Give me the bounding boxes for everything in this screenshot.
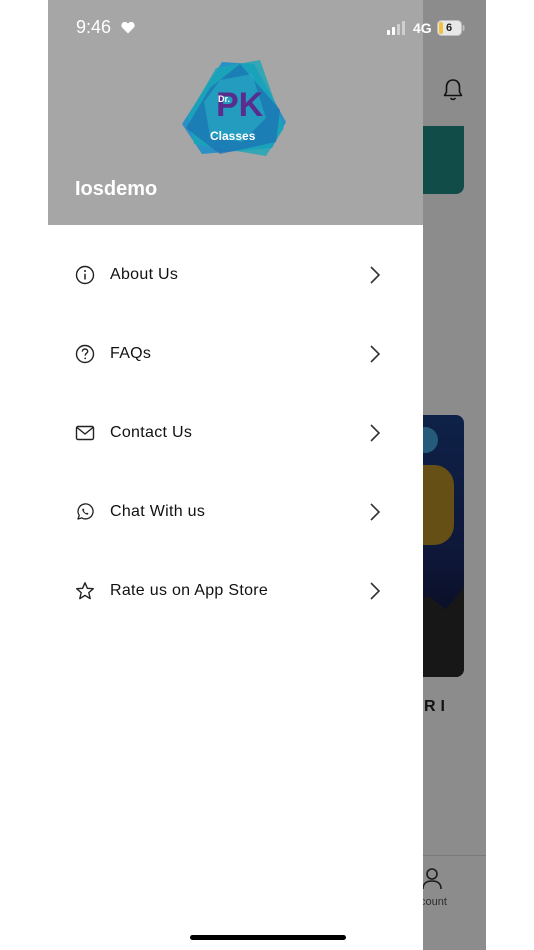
menu-item-rate-us[interactable]: Rate us on App Store — [48, 552, 423, 631]
app-logo: PK Dr. Classes — [180, 58, 290, 158]
battery-level: 6 — [445, 22, 453, 34]
menu-item-label: Contact Us — [110, 424, 193, 441]
chevron-right-icon — [370, 345, 381, 363]
home-indicator[interactable] — [190, 935, 346, 940]
menu-item-contact-us[interactable]: Contact Us — [48, 394, 423, 473]
menu-item-label: FAQs — [110, 345, 152, 362]
heart-icon — [121, 21, 135, 34]
mail-icon — [75, 425, 95, 441]
user-name: Iosdemo — [75, 178, 158, 200]
menu-item-about-us[interactable]: About Us — [48, 236, 423, 315]
chevron-right-icon — [370, 503, 381, 521]
logo-dr-text: Dr. — [218, 94, 231, 104]
menu-item-label: Rate us on App Store — [110, 582, 269, 599]
question-icon — [75, 344, 95, 364]
logo-classes-text: Classes — [210, 129, 256, 143]
network-type: 4G — [413, 20, 432, 36]
chevron-right-icon — [370, 582, 381, 600]
menu-item-chat-with-us[interactable]: Chat With us — [48, 473, 423, 552]
drawer-header: 9:46 PK Dr. Classes Iosdemo — [48, 0, 423, 225]
drawer-menu: About Us FAQs Contact Us Chat With us Ra… — [48, 236, 423, 631]
chevron-right-icon — [370, 266, 381, 284]
menu-item-label: About Us — [110, 266, 179, 283]
screen: RI count 9:46 PK Dr. Classes Iosdemo Abo… — [48, 0, 486, 950]
info-icon — [75, 265, 95, 285]
menu-item-label: Chat With us — [110, 503, 206, 520]
signal-icon — [387, 21, 405, 35]
whatsapp-icon — [77, 503, 94, 520]
side-drawer: 9:46 PK Dr. Classes Iosdemo About Us FAQ… — [48, 0, 423, 950]
menu-item-faqs[interactable]: FAQs — [48, 315, 423, 394]
chevron-right-icon — [370, 424, 381, 442]
status-time: 9:46 — [76, 17, 112, 37]
star-icon — [76, 582, 94, 600]
